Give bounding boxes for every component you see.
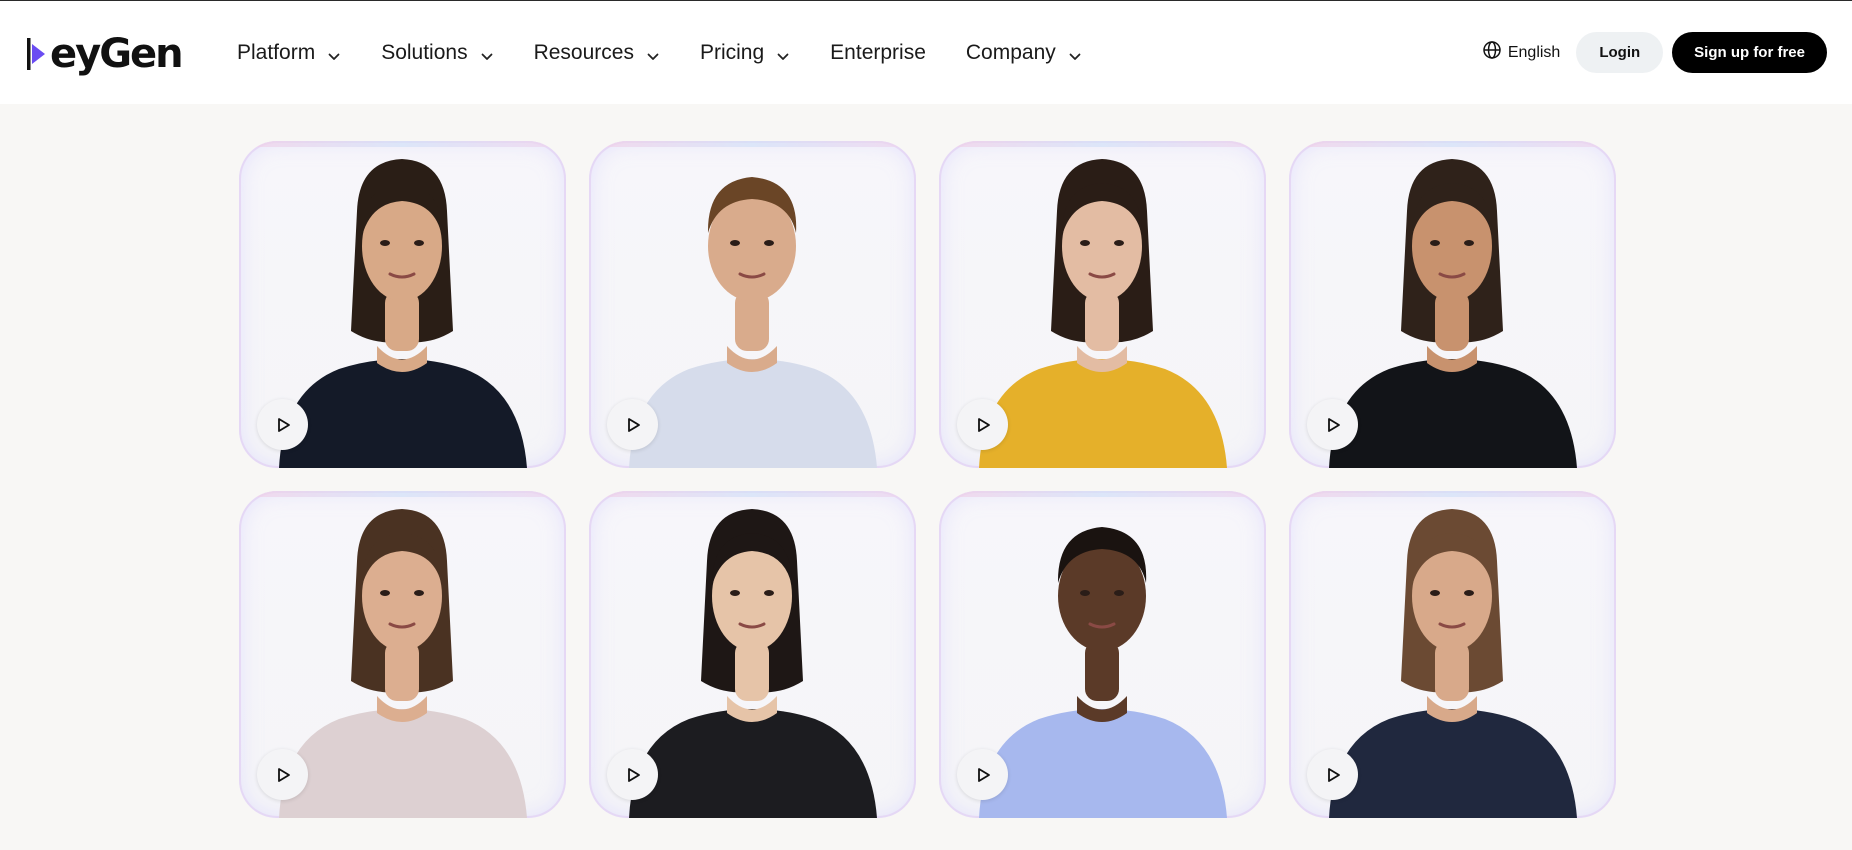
play-icon <box>273 767 292 783</box>
nav-item-label: Enterprise <box>830 40 926 64</box>
logo-play-mark-icon <box>27 36 49 72</box>
avatar-card[interactable] <box>239 141 566 468</box>
nav-item-pricing[interactable]: Pricing <box>700 41 790 65</box>
play-button[interactable] <box>257 399 308 450</box>
avatar-card[interactable] <box>1289 141 1616 468</box>
play-icon <box>623 767 642 783</box>
play-button[interactable] <box>257 749 308 800</box>
signup-button[interactable]: Sign up for free <box>1672 32 1827 73</box>
header-actions: English Login Sign up for free <box>1482 1 1827 104</box>
chevron-down-icon <box>1068 46 1082 60</box>
chevron-down-icon <box>776 46 790 60</box>
nav-item-platform[interactable]: Platform <box>237 41 341 65</box>
play-icon <box>273 417 292 433</box>
chevron-down-icon <box>480 46 494 60</box>
nav-item-label: Company <box>965 40 1056 64</box>
login-button[interactable]: Login <box>1576 32 1664 73</box>
chevron-down-icon <box>646 46 660 60</box>
nav-item-label: Solutions <box>381 40 468 64</box>
language-label: English <box>1507 43 1561 61</box>
nav-item-label: Platform <box>237 40 316 64</box>
play-icon <box>1323 767 1342 783</box>
nav-item-label: Pricing <box>699 40 765 64</box>
play-icon <box>623 417 642 433</box>
nav-item-resources[interactable]: Resources <box>534 41 660 65</box>
avatar-grid <box>239 141 1616 818</box>
play-button[interactable] <box>1307 399 1358 450</box>
avatar-card[interactable] <box>939 491 1266 818</box>
avatar-card[interactable] <box>589 491 916 818</box>
nav-item-company[interactable]: Company <box>966 41 1082 65</box>
play-icon <box>973 417 992 433</box>
globe-icon <box>1482 40 1508 65</box>
avatar-card[interactable] <box>1289 491 1616 818</box>
nav-item-solutions[interactable]: Solutions <box>381 41 493 65</box>
heygen-logo[interactable]: eyGen <box>27 30 184 78</box>
play-button[interactable] <box>1307 749 1358 800</box>
play-button[interactable] <box>607 399 658 450</box>
nav-item-enterprise[interactable]: Enterprise <box>830 41 926 65</box>
play-icon <box>973 767 992 783</box>
avatar-card[interactable] <box>939 141 1266 468</box>
main-nav: Platform Solutions Resources Pricing Enterpr… <box>237 1 1122 104</box>
play-button[interactable] <box>607 749 658 800</box>
play-icon <box>1323 417 1342 433</box>
logo-wordmark: eyGen <box>50 31 184 77</box>
language-selector[interactable]: English <box>1482 40 1560 65</box>
play-button[interactable] <box>957 399 1008 450</box>
play-button[interactable] <box>957 749 1008 800</box>
avatar-card[interactable] <box>239 491 566 818</box>
nav-item-label: Resources <box>533 40 634 64</box>
site-header: eyGen Platform Solutions Resources Pricing E… <box>0 1 1852 104</box>
avatar-card[interactable] <box>589 141 916 468</box>
chevron-down-icon <box>327 46 341 60</box>
